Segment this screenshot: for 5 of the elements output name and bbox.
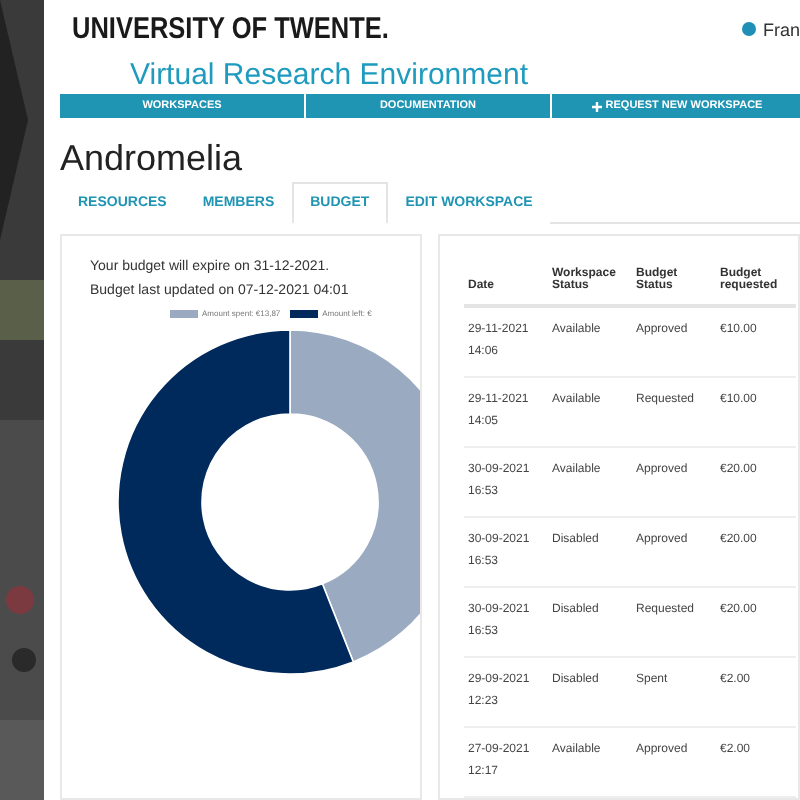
site-title: Virtual Research Environment xyxy=(128,58,530,95)
workspace-title: Andromelia xyxy=(60,138,245,182)
plus-icon xyxy=(591,101,602,112)
university-logo: UNIVERSITY OF TWENTE. xyxy=(72,12,389,47)
user-name[interactable]: Fran xyxy=(762,19,800,40)
